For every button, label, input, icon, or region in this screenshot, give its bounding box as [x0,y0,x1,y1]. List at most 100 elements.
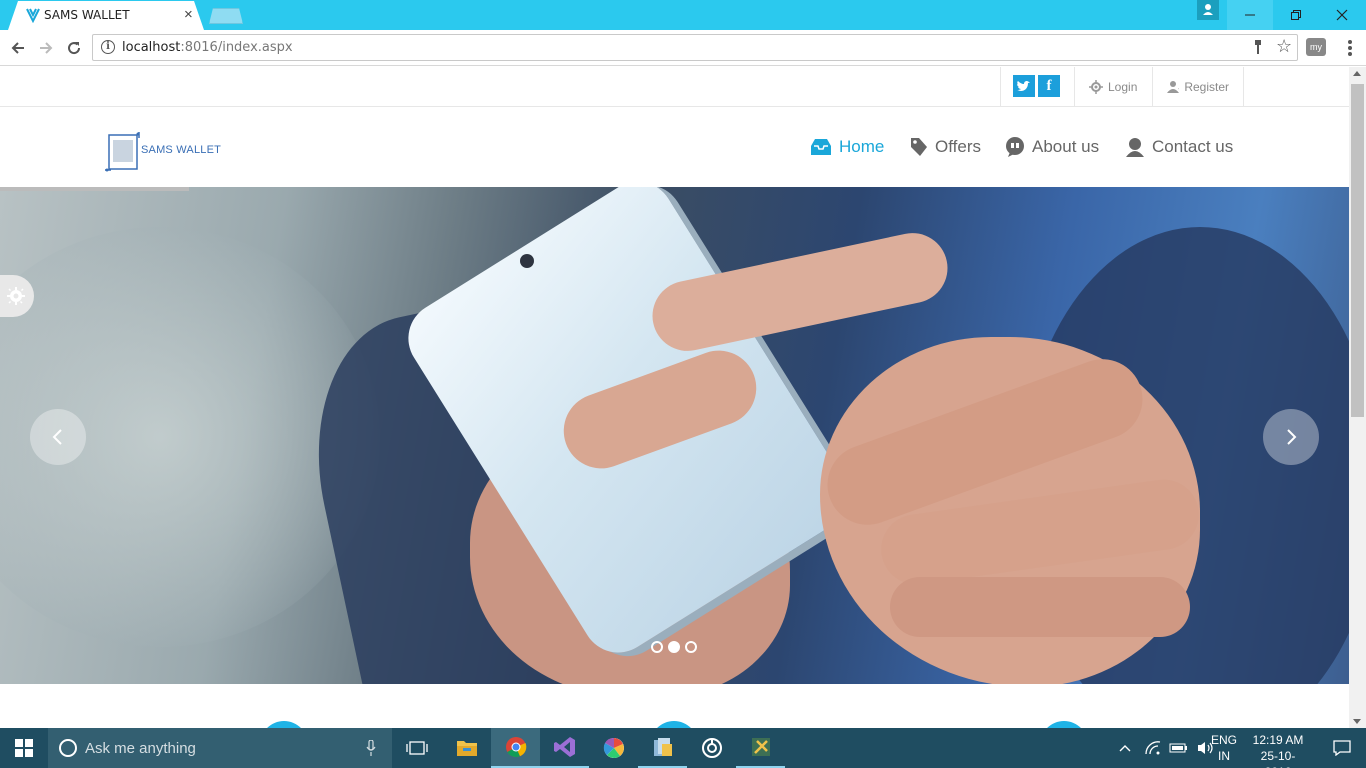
windows-taskbar: Ask me anything ENG IN 12:19 AM 25-10- [0,728,1366,768]
slider-progress-bar [0,187,189,191]
facebook-icon: f [1046,77,1052,94]
tab-close-icon[interactable]: × [184,6,193,23]
login-link[interactable]: Login [1075,67,1153,107]
folder-icon [456,741,477,756]
feature-circle [260,721,308,728]
microphone-icon[interactable] [366,740,376,756]
nav-contact-label: Contact us [1152,137,1234,156]
inbox-icon [811,139,831,155]
register-link[interactable]: Register [1153,67,1244,107]
phone-camera [520,254,534,268]
web-page: f Login Register SAMS WALLET Home Offers [0,67,1349,728]
chat-icon [1006,137,1024,157]
nav-offers[interactable]: Offers [910,107,981,187]
hero-slider [0,187,1349,684]
close-window-button[interactable] [1319,0,1365,30]
info-icon[interactable]: i [101,40,115,54]
browser-tab[interactable]: SAMS WALLET × [8,1,204,30]
chrome-icon [505,737,526,758]
task-view-icon [405,741,428,755]
slider-next-button[interactable] [1263,409,1319,465]
slider-dots [651,641,697,653]
scrollbar-thumb[interactable] [1351,84,1364,417]
key-icon[interactable] [1253,39,1263,55]
cortana-icon [59,739,77,757]
profile-button[interactable] [1197,0,1219,20]
page-topbar: f Login Register [0,67,1349,107]
nav-home-label: Home [839,137,885,156]
facebook-button[interactable]: f [1038,75,1060,97]
page-scrollbar[interactable] [1349,67,1366,728]
social-links: f [1000,67,1075,107]
chrome-taskbar-button[interactable] [491,728,540,768]
browser-menu-icon[interactable] [1342,38,1358,58]
battery-icon[interactable] [1169,742,1189,754]
obs-button[interactable] [687,728,736,768]
chevron-left-icon [52,429,62,445]
sql-server-button[interactable] [638,728,687,768]
slider-dot[interactable] [668,641,680,653]
cortana-search-box[interactable]: Ask me anything [48,728,392,768]
nav-contact-us[interactable]: Contact us [1125,107,1233,187]
tag-icon [911,138,927,156]
visual-studio-icon [553,737,575,757]
site-header: SAMS WALLET Home Offers About us Contact… [0,107,1349,187]
record-circle-icon [701,738,722,758]
wifi-icon[interactable] [1144,740,1162,756]
nav-about-us[interactable]: About us [1005,107,1099,187]
tab-title: SAMS WALLET [44,8,130,22]
nav-offers-label: Offers [935,137,981,156]
login-label: Login [1108,80,1138,94]
photos-app-button[interactable] [589,728,638,768]
clock-date: 25-10-2016 [1260,749,1296,768]
bookmark-star-icon[interactable]: ☆ [1276,36,1292,57]
restore-button[interactable] [1273,0,1319,30]
gear-icon [7,287,25,305]
forward-button[interactable] [34,36,58,60]
reload-icon [68,42,81,55]
nav-home[interactable]: Home [810,107,884,187]
scroll-down-arrow-icon[interactable] [1353,719,1361,724]
taskbar-clock[interactable]: 12:19 AM 25-10-2016 [1248,732,1308,768]
minimize-icon [1245,14,1255,16]
region-code: IN [1218,749,1230,763]
start-button[interactable] [0,728,48,768]
logo-text: SAMS WALLET [141,144,222,156]
login-target-icon [1089,80,1103,94]
clock-time: 12:19 AM [1252,733,1304,747]
language-code: ENG [1210,733,1237,747]
address-bar[interactable]: i localhost:8016/index.aspx ☆ [92,34,1298,61]
restore-icon [1291,10,1301,20]
feature-circle [650,721,698,728]
user-icon [1126,138,1144,157]
slider-prev-button[interactable] [30,409,86,465]
new-tab-button[interactable] [209,8,243,24]
chevron-up-icon[interactable] [1118,743,1132,753]
register-label: Register [1184,80,1229,94]
file-explorer-button[interactable] [442,728,491,768]
back-button[interactable] [6,36,30,60]
input-language[interactable]: ENG IN [1204,732,1244,764]
slider-dot[interactable] [685,641,697,653]
browser-toolbar: i localhost:8016/index.aspx ☆ my [0,30,1366,66]
minimize-button[interactable] [1227,0,1273,30]
url-text[interactable]: localhost:8016/index.aspx [122,40,293,55]
action-center-button[interactable] [1318,728,1366,768]
visual-studio-button[interactable] [540,728,589,768]
pinwheel-icon [603,737,624,758]
database-tools-icon [653,738,672,756]
right-finger [890,577,1190,637]
windows-logo-icon [15,739,33,757]
feature-circle [1040,721,1088,728]
scroll-up-arrow-icon[interactable] [1353,71,1361,76]
browser-title-bar: SAMS WALLET × [0,0,1366,30]
reload-button[interactable] [62,36,86,60]
tools-app-button[interactable] [736,728,785,768]
favicon-icon [26,8,40,23]
twitter-button[interactable] [1013,75,1035,97]
slider-dot[interactable] [651,641,663,653]
close-icon [1336,9,1348,21]
chevron-right-icon [1287,429,1297,445]
task-view-button[interactable] [392,728,441,768]
extension-icon[interactable]: my [1306,38,1326,56]
